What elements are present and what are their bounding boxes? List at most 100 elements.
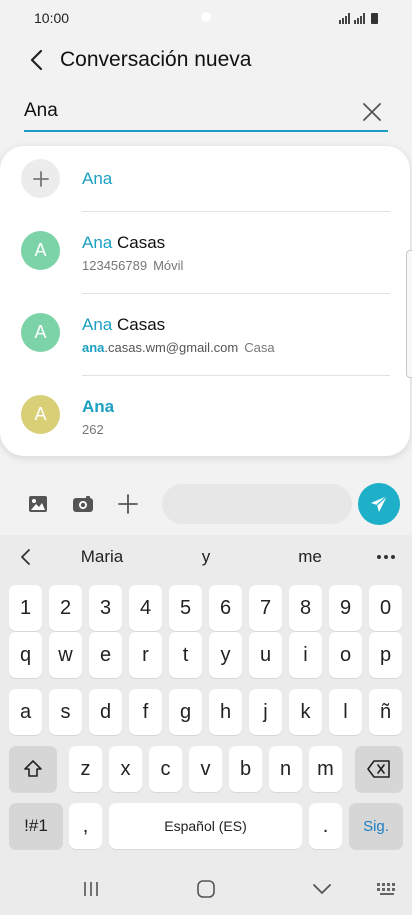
- navigation-bar: [0, 860, 412, 915]
- key-0[interactable]: 0: [369, 585, 402, 631]
- contact-name: Ana Casas: [82, 233, 166, 252]
- collapse-predictions-button[interactable]: [8, 535, 42, 579]
- camera-icon: [73, 496, 93, 512]
- key-7[interactable]: 7: [249, 585, 282, 631]
- key-d[interactable]: d: [89, 689, 122, 735]
- key-y[interactable]: y: [209, 632, 242, 678]
- key-n[interactable]: n: [269, 746, 302, 792]
- prediction-3[interactable]: me: [258, 535, 362, 579]
- prediction-2[interactable]: y: [154, 535, 258, 579]
- key-h[interactable]: h: [209, 689, 242, 735]
- key-x[interactable]: x: [109, 746, 142, 792]
- contact-suggestions: Ana A Ana Casas 123456789 Móvil A Ana Cas…: [0, 146, 410, 456]
- key-f[interactable]: f: [129, 689, 162, 735]
- comma-key[interactable]: ,: [69, 803, 102, 849]
- key-e[interactable]: e: [89, 632, 122, 678]
- list-item[interactable]: A Ana 262: [0, 376, 410, 456]
- key-c[interactable]: c: [149, 746, 182, 792]
- key-b[interactable]: b: [229, 746, 262, 792]
- clear-button[interactable]: [360, 100, 384, 124]
- keyboard: Maria y me 1 2 3 4 5 6 7 8 9 0 q w e r t…: [0, 535, 412, 915]
- key-r[interactable]: r: [129, 632, 162, 678]
- add-icon: [21, 159, 60, 198]
- key-u[interactable]: u: [249, 632, 282, 678]
- keyboard-icon: [377, 883, 395, 895]
- key-v[interactable]: v: [189, 746, 222, 792]
- avatar: A: [21, 395, 60, 434]
- add-button[interactable]: [114, 490, 142, 518]
- key-q[interactable]: q: [9, 632, 42, 678]
- key-a[interactable]: a: [9, 689, 42, 735]
- backspace-icon: [367, 760, 390, 778]
- chevron-down-icon: [313, 884, 331, 894]
- key-o[interactable]: o: [329, 632, 362, 678]
- keyboard-toggle-button[interactable]: [372, 874, 402, 904]
- signal-icon-2: [354, 12, 365, 24]
- scrollbar[interactable]: [406, 250, 412, 378]
- key-j[interactable]: j: [249, 689, 282, 735]
- key-6[interactable]: 6: [209, 585, 242, 631]
- status-icons: [339, 12, 378, 24]
- contact-detail: 262: [82, 422, 104, 437]
- recents-button[interactable]: [76, 874, 106, 904]
- next-key[interactable]: Sig.: [349, 803, 403, 849]
- key-k[interactable]: k: [289, 689, 322, 735]
- shift-key[interactable]: [9, 746, 57, 792]
- message-input[interactable]: [162, 484, 352, 524]
- image-button[interactable]: [24, 490, 52, 518]
- prediction-bar: Maria y me: [0, 535, 412, 579]
- list-item[interactable]: A Ana Casas 123456789 Móvil: [0, 212, 410, 293]
- key-2[interactable]: 2: [49, 585, 82, 631]
- space-key[interactable]: Español (ES): [109, 803, 302, 849]
- home-button[interactable]: [191, 874, 221, 904]
- avatar: A: [21, 313, 60, 352]
- key-1[interactable]: 1: [9, 585, 42, 631]
- send-icon: [371, 495, 388, 512]
- period-key[interactable]: .: [309, 803, 342, 849]
- key-t[interactable]: t: [169, 632, 202, 678]
- key-l[interactable]: l: [329, 689, 362, 735]
- key-3[interactable]: 3: [89, 585, 122, 631]
- image-icon: [29, 496, 47, 512]
- add-icon: [118, 494, 138, 514]
- key-p[interactable]: p: [369, 632, 402, 678]
- app-bar: Conversación nueva: [0, 38, 412, 82]
- backspace-key[interactable]: [355, 746, 403, 792]
- page-title: Conversación nueva: [60, 48, 252, 71]
- key-4[interactable]: 4: [129, 585, 162, 631]
- more-options-button[interactable]: [368, 535, 404, 579]
- signal-icon: [339, 12, 350, 24]
- recents-icon: [84, 882, 98, 896]
- add-recipient-row[interactable]: Ana: [0, 146, 410, 210]
- recipient-field: [24, 92, 388, 132]
- key-5[interactable]: 5: [169, 585, 202, 631]
- back-button[interactable]: [14, 38, 58, 82]
- key-9[interactable]: 9: [329, 585, 362, 631]
- contact-name: Ana: [82, 397, 115, 416]
- key-z[interactable]: z: [69, 746, 102, 792]
- front-camera: [201, 12, 211, 22]
- key-8[interactable]: 8: [289, 585, 322, 631]
- key-m[interactable]: m: [309, 746, 342, 792]
- prediction-1[interactable]: Maria: [50, 535, 154, 579]
- close-icon: [363, 103, 381, 121]
- home-icon: [197, 880, 215, 898]
- key-enye[interactable]: ñ: [369, 689, 402, 735]
- back-nav-button[interactable]: [307, 874, 337, 904]
- key-s[interactable]: s: [49, 689, 82, 735]
- send-button[interactable]: [358, 483, 400, 525]
- recipient-input[interactable]: [24, 100, 344, 122]
- chevron-left-icon: [21, 549, 30, 565]
- camera-button[interactable]: [69, 490, 97, 518]
- contact-name: Ana Casas: [82, 315, 166, 334]
- list-item[interactable]: A Ana Casas ana.casas.wm@gmail.com Casa: [0, 294, 410, 375]
- compose-bar: [0, 478, 412, 530]
- key-i[interactable]: i: [289, 632, 322, 678]
- more-icon: [377, 555, 395, 559]
- shift-icon: [24, 760, 42, 777]
- contact-detail: ana.casas.wm@gmail.com Casa: [82, 340, 275, 355]
- symbols-key[interactable]: !#1: [9, 803, 63, 849]
- key-w[interactable]: w: [49, 632, 82, 678]
- key-g[interactable]: g: [169, 689, 202, 735]
- add-recipient-label: Ana: [82, 169, 113, 188]
